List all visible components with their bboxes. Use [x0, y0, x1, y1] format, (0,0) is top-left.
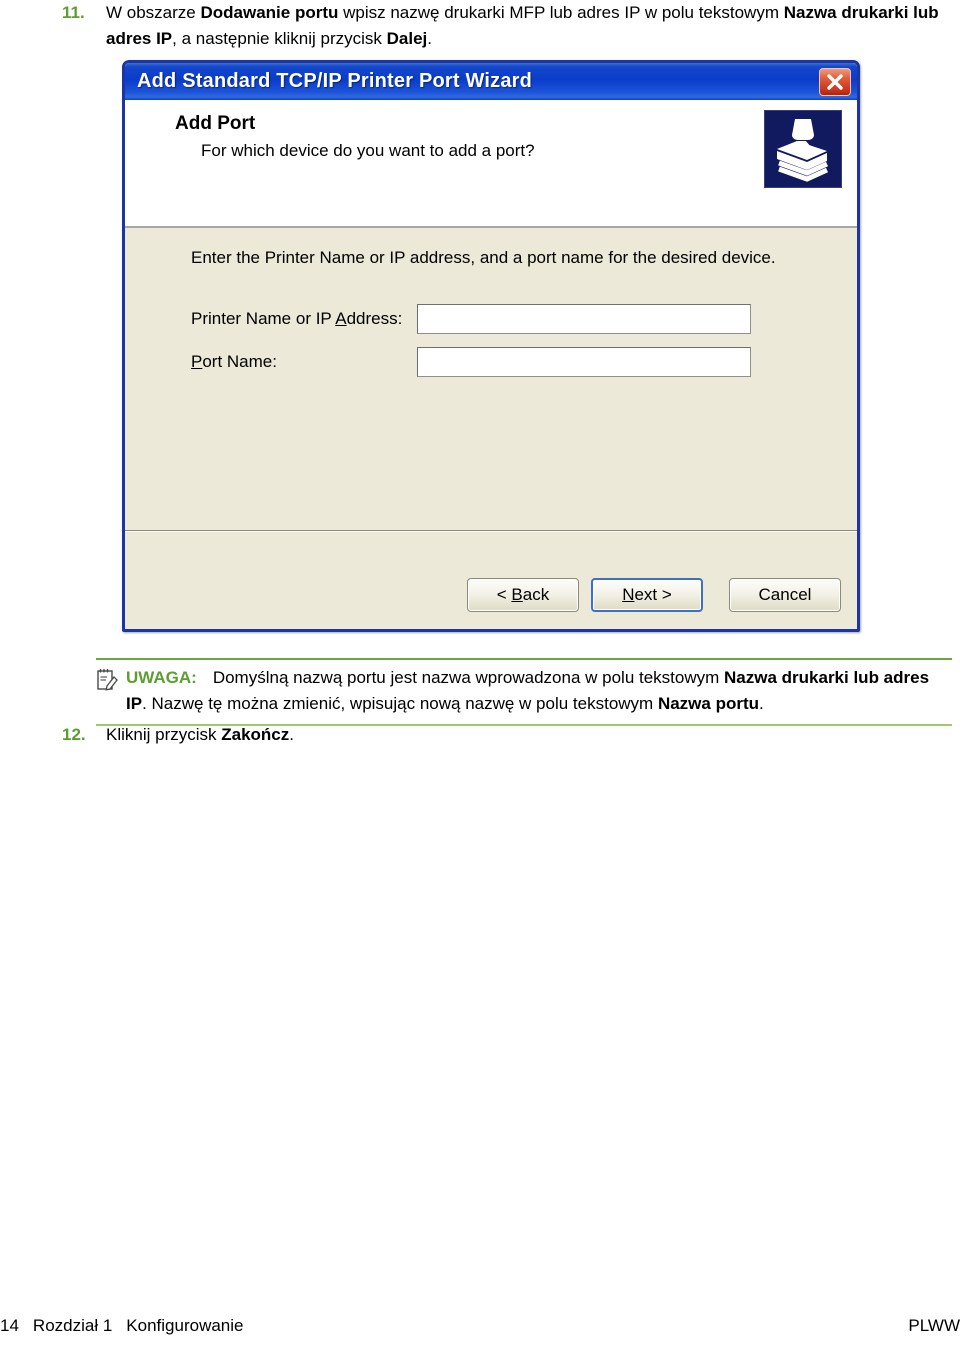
dialog-body: Enter the Printer Name or IP address, an… — [125, 228, 857, 599]
port-name-field-row: Port Name: — [191, 347, 811, 377]
printer-name-label: Printer Name or IP Address: — [191, 309, 403, 328]
dialog-titlebar: Add Standard TCP/IP Printer Port Wizard — [125, 63, 857, 100]
step-11: 11. W obszarze Dodawanie portu wpisz naz… — [62, 0, 952, 52]
printer-name-or-ip-input[interactable] — [417, 304, 751, 334]
footer-left: 14 Rozdział 1 Konfigurowanie — [0, 1316, 244, 1336]
printer-icon — [764, 110, 842, 188]
footer-chapter: Rozdział 1 — [32, 1316, 113, 1335]
page-footer: 14 Rozdział 1 Konfigurowanie PLWW — [0, 1316, 960, 1347]
add-tcpip-printer-port-wizard-dialog[interactable]: Add Standard TCP/IP Printer Port Wizard … — [122, 60, 860, 632]
step-11-text: W obszarze Dodawanie portu wpisz nazwę d… — [106, 3, 939, 48]
dialog-title: Add Standard TCP/IP Printer Port Wizard — [137, 70, 533, 92]
step-11-number: 11. — [62, 3, 85, 22]
close-icon[interactable] — [819, 67, 851, 96]
footer-right: PLWW — [908, 1316, 960, 1335]
note-pencil-icon — [96, 665, 126, 697]
dialog-instruction: Enter the Printer Name or IP address, an… — [191, 248, 776, 267]
step-12-number: 12. — [62, 725, 86, 744]
back-button[interactable]: < Back — [467, 578, 579, 612]
dialog-header: Add Port For which device do you want to… — [125, 100, 857, 228]
footer-page-number: 14 — [0, 1316, 19, 1335]
note-uwaga: UWAGA: Domyślną nazwą portu jest nazwa wp… — [96, 658, 952, 726]
port-name-label: Port Name: — [191, 352, 277, 371]
dialog-button-bar: < Back Next > Cancel — [125, 561, 857, 629]
dialog-heading: Add Port — [175, 113, 256, 134]
step-12: 12. Kliknij przycisk Zakończ. — [62, 722, 952, 748]
printer-name-field-row: Printer Name or IP Address: — [191, 304, 811, 334]
step-12-text: Kliknij przycisk Zakończ. — [106, 725, 295, 744]
footer-section: Konfigurowanie — [126, 1316, 244, 1335]
note-body: Domyślną nazwą portu jest nazwa wprowadz… — [126, 668, 930, 713]
note-text: UWAGA: Domyślną nazwą portu jest nazwa wp… — [126, 665, 952, 717]
next-button[interactable]: Next > — [591, 578, 703, 612]
note-label: UWAGA: — [126, 668, 197, 687]
port-name-input[interactable] — [417, 347, 751, 377]
dialog-divider — [125, 530, 857, 532]
dialog-subheading: For which device do you want to add a po… — [201, 141, 535, 160]
cancel-button[interactable]: Cancel — [729, 578, 841, 612]
